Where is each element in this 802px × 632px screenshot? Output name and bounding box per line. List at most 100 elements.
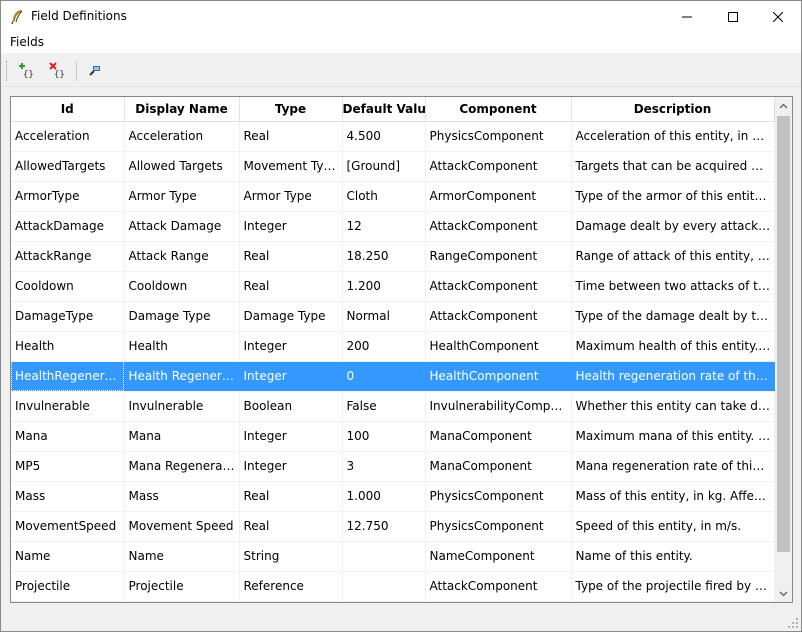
table-row[interactable]: HealthRegenerationHealth RegenerationInt… (11, 361, 775, 392)
cell-description[interactable]: Maximum mana of this entity. Reg... (571, 421, 775, 452)
cell-component[interactable]: AttackComponent (425, 571, 572, 602)
scroll-thumb[interactable] (777, 116, 790, 552)
cell-description[interactable]: Acceleration of this entity, in m/s². (571, 121, 775, 152)
cell-id[interactable]: Name (11, 541, 125, 572)
table-row[interactable]: Health Health Integer 200 HealthComponent Max… (11, 331, 775, 362)
cell-display-name[interactable]: Cooldown (124, 271, 240, 302)
cell-default-value[interactable]: Cloth (342, 181, 426, 212)
cell-type[interactable]: Integer (239, 331, 343, 362)
cell-description[interactable]: Mass of this entity, in kg. Affects p... (571, 481, 775, 512)
cell-component[interactable]: NameComponent (425, 541, 572, 572)
cell-default-value[interactable]: False (342, 391, 426, 422)
cell-id[interactable]: Mana (11, 421, 125, 452)
cell-id[interactable]: Invulnerable (11, 391, 125, 422)
cell-id[interactable]: MP5 (11, 451, 125, 482)
cell-component[interactable]: AttackComponent (425, 151, 572, 182)
column-header-type[interactable]: Type (239, 97, 343, 122)
cell-type[interactable]: Integer (239, 211, 343, 242)
cell-description[interactable]: Whether this entity can take damag... (571, 391, 775, 422)
cell-display-name[interactable]: Allowed Targets (124, 151, 240, 182)
scroll-up-button[interactable] (775, 97, 792, 114)
cell-component[interactable]: RangeComponent (425, 241, 572, 272)
cell-description[interactable]: Speed of this entity, in m/s. (571, 511, 775, 542)
cell-display-name[interactable]: Movement Speed (124, 511, 240, 542)
cell-type[interactable]: Movement Types (239, 151, 343, 182)
cell-default-value[interactable]: 1.000 (342, 481, 426, 512)
table-row[interactable]: AllowedTargets Allowed Targets Movement Ty… (11, 151, 775, 182)
cell-display-name[interactable]: Armor Type (124, 181, 240, 212)
find-button[interactable] (83, 59, 107, 83)
cell-description[interactable]: Damage dealt by every attack of thi... (571, 211, 775, 242)
close-button[interactable] (755, 1, 801, 32)
table-row[interactable]: Invulnerable Invulnerable Boolean False Invu… (11, 391, 775, 422)
cell-id[interactable]: ArmorType (11, 181, 125, 212)
table-row[interactable]: Projectile Projectile Reference AttackCompo… (11, 571, 775, 602)
cell-type[interactable]: Reference (239, 571, 343, 602)
cell-id[interactable]: AttackRange (11, 241, 125, 272)
cell-id[interactable]: MovementSpeed (11, 511, 125, 542)
cell-id[interactable]: AttackDamage (11, 211, 125, 242)
column-header-id[interactable]: Id (11, 97, 125, 122)
add-field-button[interactable]: {} (15, 59, 39, 83)
title-bar[interactable]: Field Definitions (1, 1, 801, 32)
cell-display-name[interactable]: Acceleration (124, 121, 240, 152)
cell-default-value[interactable]: 12 (342, 211, 426, 242)
resize-grip-icon[interactable] (787, 617, 799, 629)
cell-component[interactable]: HealthComponent (425, 361, 572, 392)
cell-default-value[interactable]: 200 (342, 331, 426, 362)
cell-type[interactable]: Real (239, 481, 343, 512)
cell-default-value[interactable] (342, 541, 426, 572)
cell-default-value[interactable]: 1.200 (342, 271, 426, 302)
cell-component[interactable]: ManaComponent (425, 421, 572, 452)
column-header-description[interactable]: Description (571, 97, 775, 122)
minimize-button[interactable] (664, 1, 710, 32)
cell-component[interactable]: ArmorComponent (425, 181, 572, 212)
cell-default-value[interactable]: [Ground] (342, 151, 426, 182)
cell-default-value[interactable] (342, 571, 426, 602)
table-row[interactable]: Mana Mana Integer 100 ManaComponent Maximum m… (11, 421, 775, 452)
cell-component[interactable]: PhysicsComponent (425, 121, 572, 152)
cell-default-value[interactable]: Normal (342, 301, 426, 332)
toolbar-grip[interactable] (6, 61, 9, 81)
cell-id[interactable]: Acceleration (11, 121, 125, 152)
cell-id[interactable]: Projectile (11, 571, 125, 602)
maximize-button[interactable] (710, 1, 756, 32)
cell-display-name[interactable]: Invulnerable (124, 391, 240, 422)
cell-display-name[interactable]: Projectile (124, 571, 240, 602)
cell-description[interactable]: Maximum health of this entity. If re... (571, 331, 775, 362)
cell-type[interactable]: Integer (239, 451, 343, 482)
column-header-default-value[interactable]: Default Value (342, 97, 426, 122)
cell-component[interactable]: AttackComponent (425, 211, 572, 242)
cell-display-name[interactable]: Health (124, 331, 240, 362)
cell-component[interactable]: InvulnerabilityComponent (425, 391, 572, 422)
cell-description[interactable]: Type of the armor of this entity. Aff... (571, 181, 775, 212)
cell-type[interactable]: Integer (239, 361, 343, 392)
vertical-scrollbar[interactable] (775, 97, 792, 602)
cell-type[interactable]: Damage Type (239, 301, 343, 332)
cell-description[interactable]: Targets that can be acquired by this... (571, 151, 775, 182)
cell-display-name[interactable]: Mana (124, 421, 240, 452)
cell-default-value[interactable]: 18.250 (342, 241, 426, 272)
cell-display-name[interactable]: Mana Regeneration (124, 451, 240, 482)
cell-display-name[interactable]: Name (124, 541, 240, 572)
cell-type[interactable]: Real (239, 241, 343, 272)
table-row[interactable]: Name Name String NameComponent Name of this … (11, 541, 775, 572)
scroll-down-button[interactable] (775, 585, 792, 602)
cell-default-value[interactable]: 3 (342, 451, 426, 482)
cell-description[interactable]: Mana regeneration rate of this entit... (571, 451, 775, 482)
table-row[interactable]: ArmorType Armor Type Armor Type Cloth ArmorC… (11, 181, 775, 212)
table-row[interactable]: DamageType Damage Type Damage Type Normal At… (11, 301, 775, 332)
cell-component[interactable]: AttackComponent (425, 301, 572, 332)
table-row[interactable]: MovementSpeed Movement Speed Real 12.750 Phy… (11, 511, 775, 542)
cell-description[interactable]: Time between two attacks of this e... (571, 271, 775, 302)
cell-display-name[interactable]: Damage Type (124, 301, 240, 332)
cell-type[interactable]: Real (239, 271, 343, 302)
cell-id[interactable]: Health (11, 331, 125, 362)
cell-description[interactable]: Name of this entity. (571, 541, 775, 572)
table-row[interactable]: AttackDamage Attack Damage Integer 12 Attack… (11, 211, 775, 242)
cell-id[interactable]: DamageType (11, 301, 125, 332)
cell-type[interactable]: Real (239, 511, 343, 542)
cell-id[interactable]: HealthRegeneration (11, 361, 125, 392)
cell-type[interactable]: Armor Type (239, 181, 343, 212)
cell-display-name[interactable]: Attack Range (124, 241, 240, 272)
